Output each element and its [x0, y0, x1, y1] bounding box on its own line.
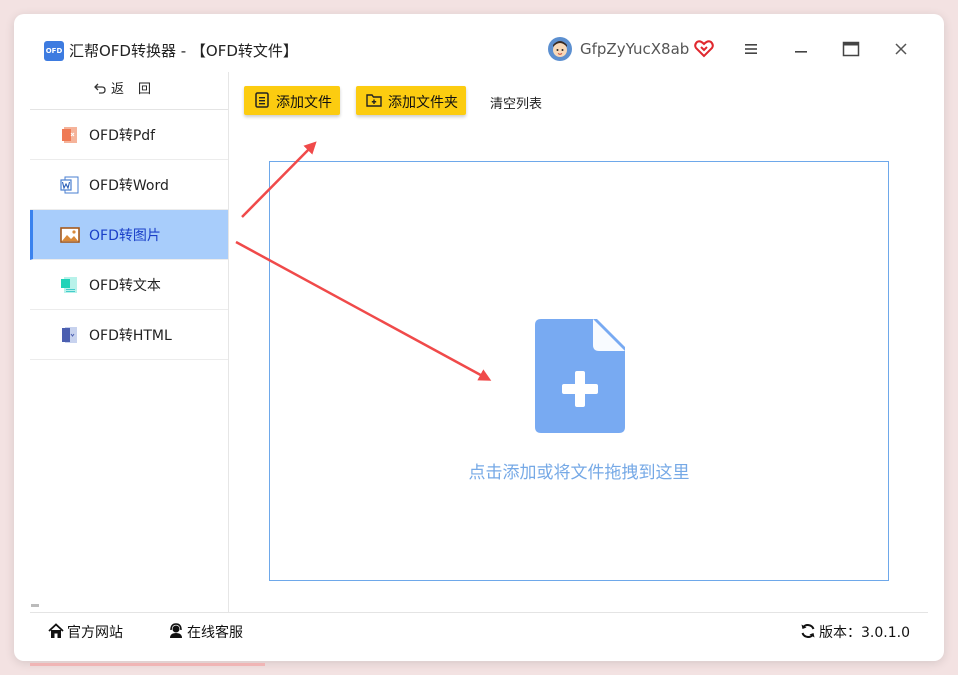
- minimize-icon[interactable]: [790, 38, 812, 60]
- folder-add-icon: [366, 94, 382, 107]
- maximize-icon[interactable]: [840, 38, 862, 60]
- sidebar-item-ofd-to-html[interactable]: OFD转HTML: [30, 310, 228, 360]
- app-window: OFD 汇帮OFD转换器 - 【OFD转文件】 GfpZyYucX8ab 返回 …: [14, 14, 944, 661]
- official-website-link[interactable]: 官方网站: [48, 622, 123, 642]
- sidebar-item-ofd-to-word[interactable]: OFD转Word: [30, 160, 228, 210]
- word-file-icon: [60, 176, 79, 194]
- sidebar-item-ofd-to-image[interactable]: OFD转图片: [30, 210, 228, 260]
- sidebar-item-label: OFD转图片: [89, 228, 161, 244]
- add-file-icon[interactable]: [535, 319, 625, 433]
- avatar[interactable]: [548, 37, 572, 61]
- version-info: 版本：3.0.1.0: [800, 622, 910, 642]
- home-icon: [48, 623, 64, 638]
- sidebar-item-ofd-to-pdf[interactable]: OFD转Pdf: [30, 110, 228, 160]
- online-support-link[interactable]: 在线客服: [168, 622, 243, 642]
- close-icon[interactable]: [890, 38, 912, 60]
- username[interactable]: GfpZyYucX8ab: [580, 40, 689, 58]
- sidebar: 返回 OFD转Pdf OFD转Word OFD转图片 OFD转文本 OFD转HT…: [30, 72, 229, 612]
- back-button[interactable]: 返回: [30, 72, 228, 110]
- taskbar-progress-indicator: [30, 663, 265, 666]
- pdf-file-icon: [62, 127, 77, 143]
- official-website-label: 官方网站: [67, 625, 123, 641]
- version-label: 版本：: [819, 625, 861, 641]
- image-icon: [60, 227, 80, 243]
- scroll-indicator: [31, 604, 39, 607]
- menu-icon[interactable]: [740, 38, 762, 60]
- html-file-icon: [62, 327, 77, 343]
- back-label: 返回: [110, 82, 165, 97]
- window-title: 汇帮OFD转换器 - 【OFD转文件】: [69, 42, 298, 60]
- sidebar-item-label: OFD转Word: [89, 178, 169, 194]
- add-folder-label: 添加文件夹: [388, 95, 458, 111]
- text-file-icon: [61, 277, 77, 293]
- sidebar-item-label: OFD转文本: [89, 278, 161, 294]
- add-file-button[interactable]: 添加文件: [244, 86, 340, 115]
- refresh-icon[interactable]: [800, 623, 816, 639]
- status-bar: 官方网站 在线客服 版本：3.0.1.0: [30, 612, 928, 649]
- headset-icon: [170, 623, 182, 638]
- online-support-label: 在线客服: [187, 625, 243, 641]
- file-list-icon: [255, 92, 269, 108]
- sidebar-item-label: OFD转HTML: [89, 328, 172, 344]
- drop-hint-text: 点击添加或将文件拖拽到这里: [468, 463, 690, 483]
- sidebar-item-ofd-to-text[interactable]: OFD转文本: [30, 260, 228, 310]
- title-bar: OFD 汇帮OFD转换器 - 【OFD转文件】 GfpZyYucX8ab: [14, 14, 944, 72]
- app-logo-icon: OFD: [44, 41, 64, 61]
- add-folder-button[interactable]: 添加文件夹: [356, 86, 466, 115]
- file-drop-zone[interactable]: 点击添加或将文件拖拽到这里: [269, 161, 889, 581]
- vip-heart-icon[interactable]: [694, 39, 714, 59]
- add-file-label: 添加文件: [276, 95, 332, 111]
- clear-list-button[interactable]: 清空列表: [490, 93, 542, 112]
- version-number: 3.0.1.0: [861, 625, 910, 641]
- sidebar-item-label: OFD转Pdf: [89, 128, 156, 144]
- back-arrow-icon: [94, 83, 106, 94]
